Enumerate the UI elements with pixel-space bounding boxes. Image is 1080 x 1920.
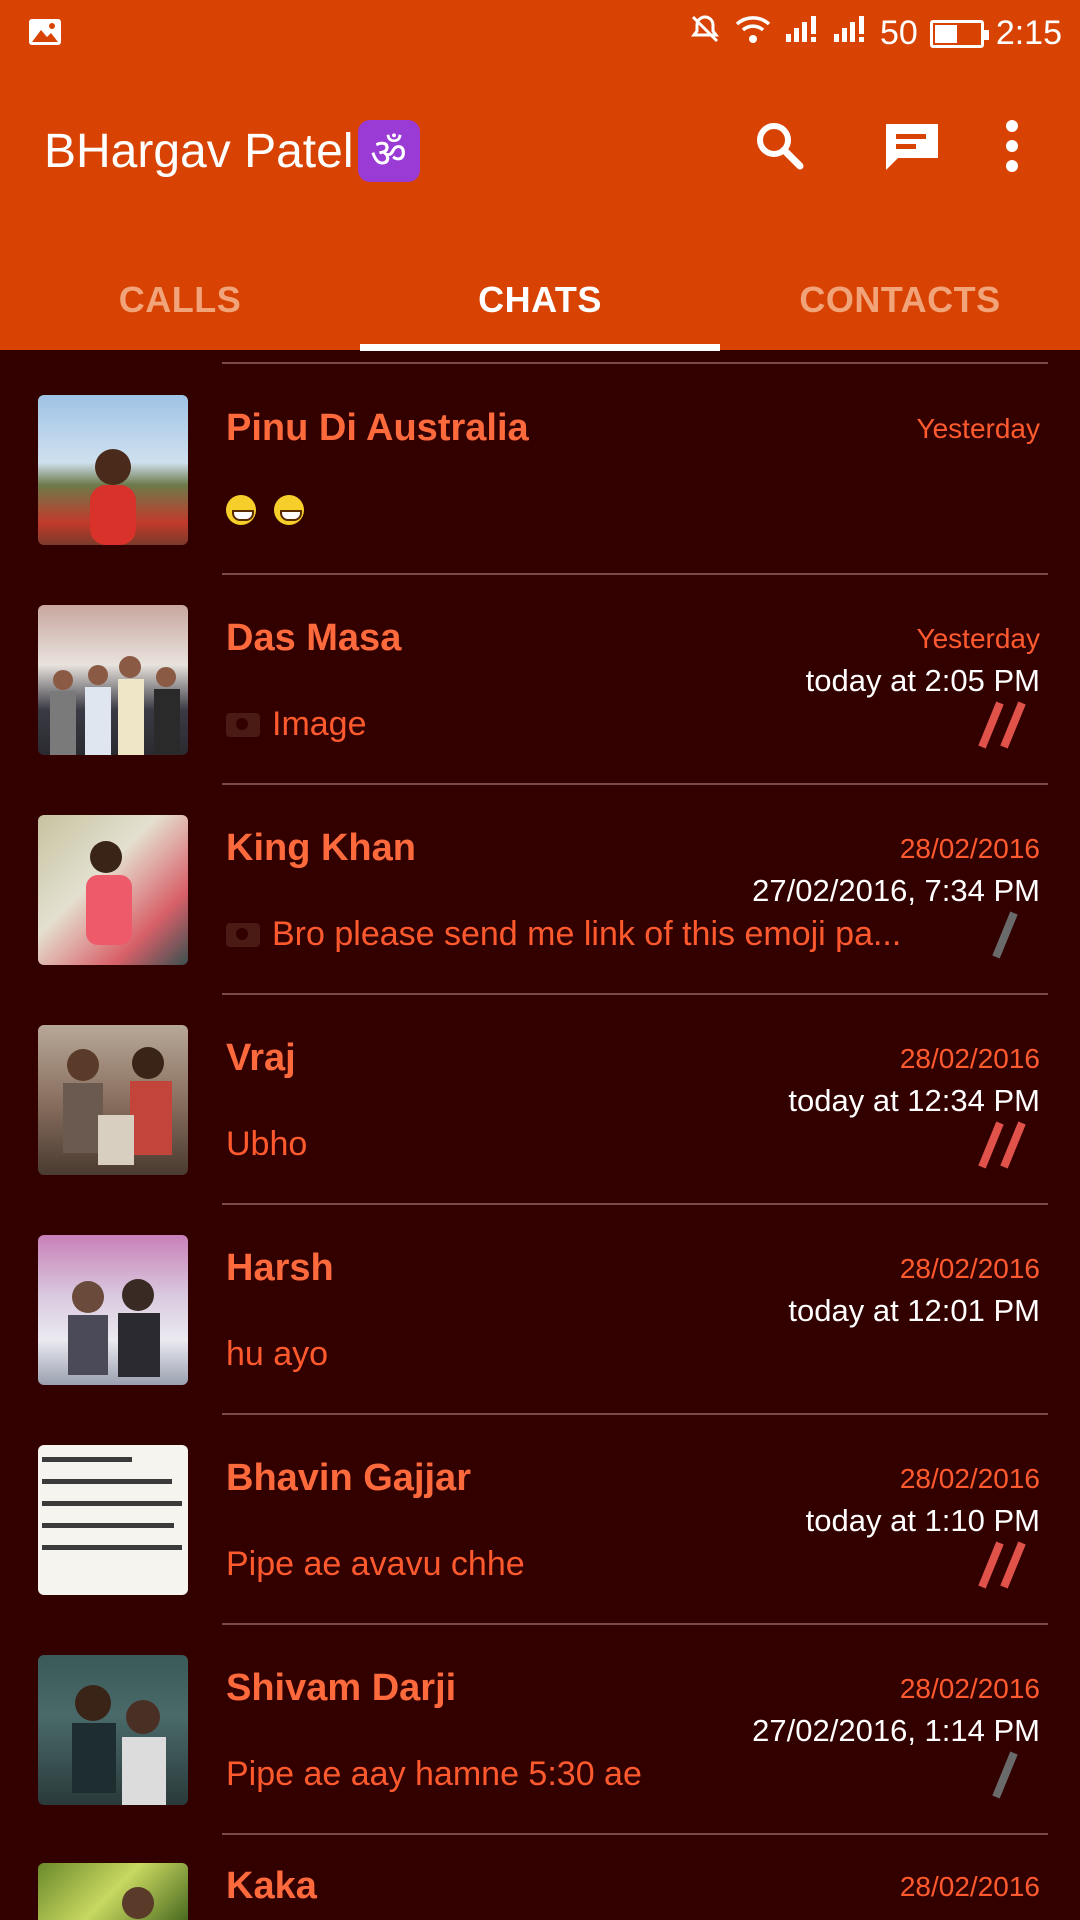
more-options-icon[interactable] bbox=[976, 110, 1048, 182]
last-message: Pipe ae avavu chhe bbox=[226, 1545, 525, 1584]
contact-name: King Khan bbox=[226, 827, 416, 869]
chat-row[interactable]: King Khan 28/02/2016 27/02/2016, 7:34 PM… bbox=[0, 785, 1080, 995]
single-tick-icon bbox=[972, 909, 1036, 961]
divider bbox=[222, 362, 1048, 364]
last-message: Bro please send me link of this emoji pa… bbox=[226, 915, 901, 954]
message-text: Pipe ae avavu chhe bbox=[226, 1545, 525, 1583]
avatar[interactable] bbox=[38, 395, 188, 545]
avatar[interactable] bbox=[38, 1445, 188, 1595]
search-icon[interactable] bbox=[744, 110, 816, 182]
contact-name: Pinu Di Australia bbox=[226, 407, 529, 449]
wifi-icon bbox=[734, 13, 772, 54]
last-message bbox=[226, 495, 310, 525]
last-seen: today at 12:34 PM bbox=[788, 1083, 1040, 1118]
last-seen: 27/02/2016, 1:14 PM bbox=[752, 1713, 1040, 1748]
chat-date: 28/02/2016 bbox=[899, 1253, 1040, 1284]
chat-date: 28/02/2016 bbox=[899, 833, 1040, 864]
message-text: Ubho bbox=[226, 1125, 308, 1163]
double-tick-icon bbox=[972, 1119, 1036, 1171]
last-message: Ubho bbox=[226, 1125, 307, 1164]
chat-row[interactable]: Pinu Di Australia Yesterday bbox=[0, 365, 1080, 575]
grinning-emoji bbox=[274, 495, 304, 525]
chat-row[interactable]: Bhavin Gajjar 28/02/2016 today at 1:10 P… bbox=[0, 1415, 1080, 1625]
message-text: Bro please send me link of this emoji pa… bbox=[272, 915, 902, 953]
last-message: hu ayo bbox=[226, 1335, 328, 1374]
contact-name: Vraj bbox=[226, 1037, 296, 1079]
status-bar: 50 2:15 bbox=[0, 0, 1080, 68]
chat-date: 28/02/2016 bbox=[899, 1463, 1040, 1494]
last-message: Pipe ae aay hamne 5:30 ae bbox=[226, 1755, 642, 1794]
last-message: Image bbox=[226, 705, 367, 744]
tab-calls[interactable]: CALLS bbox=[0, 250, 360, 350]
mute-icon bbox=[688, 12, 722, 55]
grinning-emoji bbox=[226, 495, 256, 525]
chat-row[interactable]: Shivam Darji 28/02/2016 27/02/2016, 1:14… bbox=[0, 1625, 1080, 1835]
chat-row[interactable]: Das Masa Yesterday today at 2:05 PM Imag… bbox=[0, 575, 1080, 785]
chat-row[interactable]: Vraj 28/02/2016 today at 12:34 PM Ubho bbox=[0, 995, 1080, 1205]
signal-icon-2 bbox=[832, 14, 868, 53]
camera-icon bbox=[226, 712, 260, 737]
tab-contacts[interactable]: CONTACTS bbox=[720, 250, 1080, 350]
avatar[interactable] bbox=[38, 815, 188, 965]
avatar[interactable] bbox=[38, 1025, 188, 1175]
gallery-notification-icon bbox=[28, 18, 62, 51]
contact-name: Bhavin Gajjar bbox=[226, 1457, 471, 1499]
camera-icon bbox=[226, 922, 260, 947]
om-emoji: ॐ bbox=[357, 120, 420, 182]
avatar[interactable] bbox=[38, 1235, 188, 1385]
tab-bar: CALLS CHATS CONTACTS bbox=[0, 250, 1080, 350]
message-text: hu ayo bbox=[226, 1335, 329, 1373]
clock: 2:15 bbox=[995, 14, 1062, 52]
contact-name: Shivam Darji bbox=[226, 1667, 457, 1709]
message-text: Pipe ae aay hamne 5:30 ae bbox=[226, 1755, 642, 1793]
contact-name: Harsh bbox=[226, 1247, 334, 1289]
chat-row[interactable]: Harsh 28/02/2016 today at 12:01 PM hu ay… bbox=[0, 1205, 1080, 1415]
double-tick-icon bbox=[972, 1539, 1036, 1591]
avatar[interactable] bbox=[38, 605, 188, 755]
last-seen: 27/02/2016, 7:34 PM bbox=[752, 873, 1040, 908]
chat-date: Yesterday bbox=[916, 623, 1041, 654]
avatar[interactable] bbox=[38, 1655, 188, 1805]
battery-percent: 50 bbox=[879, 14, 918, 52]
chat-date: 28/02/2016 bbox=[899, 1043, 1040, 1074]
avatar[interactable] bbox=[38, 1863, 188, 1920]
chat-row[interactable]: Kaka 28/02/2016 bbox=[0, 1835, 1080, 1920]
signal-icon-1 bbox=[784, 14, 820, 53]
message-text: Image bbox=[272, 705, 367, 743]
chat-date: Yesterday bbox=[916, 413, 1041, 444]
chat-date: 28/02/2016 bbox=[899, 1871, 1040, 1902]
last-seen: today at 2:05 PM bbox=[805, 663, 1040, 698]
chat-date: 28/02/2016 bbox=[899, 1673, 1040, 1704]
last-seen: today at 12:01 PM bbox=[788, 1293, 1040, 1328]
page-title: BHargav Patel bbox=[44, 124, 354, 178]
double-tick-icon bbox=[972, 699, 1036, 751]
app-bar: BHargav Patel ॐ CALLS CHATS CONTACTS bbox=[0, 68, 1080, 351]
tab-indicator bbox=[360, 344, 720, 351]
contact-name: Das Masa bbox=[226, 617, 402, 659]
new-chat-icon[interactable] bbox=[876, 110, 948, 182]
single-tick-icon bbox=[972, 1749, 1036, 1801]
contact-name: Kaka bbox=[226, 1865, 317, 1907]
last-seen: today at 1:10 PM bbox=[805, 1503, 1040, 1538]
tab-chats[interactable]: CHATS bbox=[360, 250, 720, 350]
battery-icon bbox=[929, 19, 989, 48]
